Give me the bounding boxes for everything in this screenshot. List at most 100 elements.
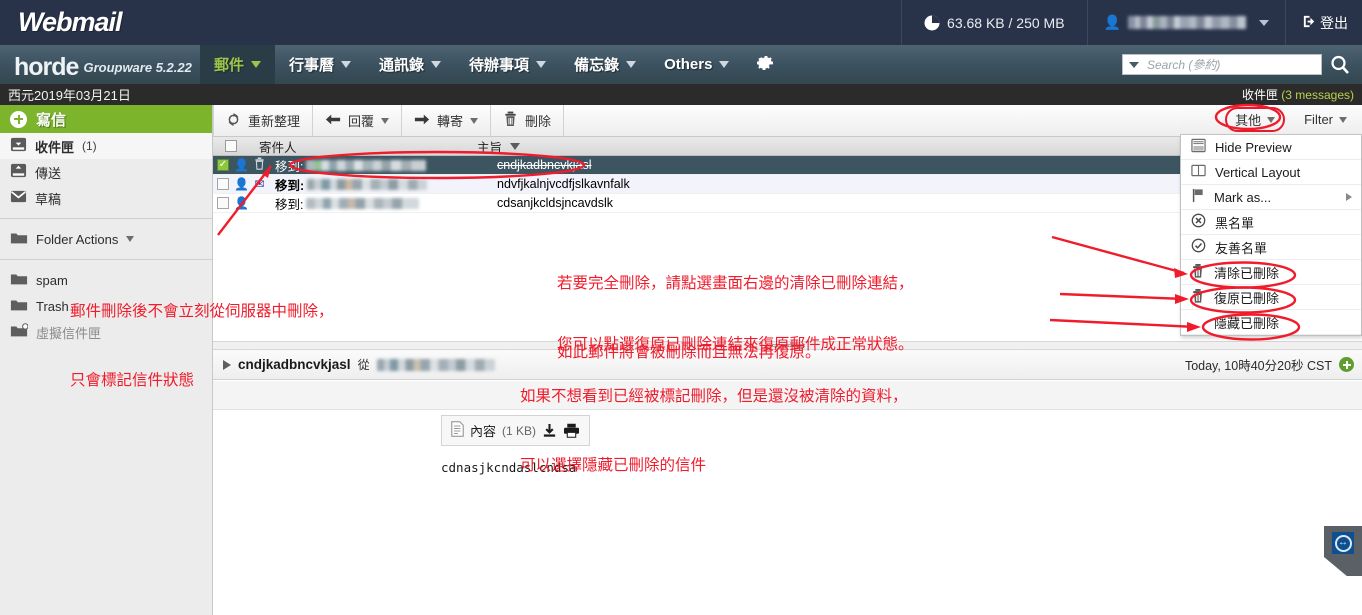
other-button[interactable]: 其他: [1225, 107, 1286, 132]
row-from-prefix: 移到:: [275, 178, 305, 193]
gear-icon: [755, 53, 775, 76]
chevron-down-icon[interactable]: [1129, 61, 1139, 68]
menu-item-blocklist[interactable]: 黑名單: [1181, 210, 1361, 235]
row-from-cell: 移到:: [269, 175, 497, 194]
row-checkbox-cell[interactable]: ✓: [213, 159, 233, 171]
column-header-from[interactable]: 寄件人: [259, 137, 477, 156]
draft-icon: [10, 188, 27, 208]
menu-item-mark-as[interactable]: Mark as...: [1181, 185, 1361, 210]
menu-item-tasks[interactable]: 待辦事項: [455, 45, 560, 84]
row-checkbox-cell[interactable]: [213, 197, 233, 209]
compose-label: 寫信: [36, 111, 67, 129]
search-box[interactable]: [1122, 54, 1322, 75]
delete-label: 刪除: [525, 114, 552, 129]
row-checkbox-checked[interactable]: ✓: [217, 159, 229, 171]
preview-timestamp: Today, 10時40分20秒 CST: [1184, 359, 1332, 373]
sidebar-item-inbox-label: 收件匣: [35, 139, 75, 155]
pie-chart-icon: [924, 15, 940, 31]
refresh-button[interactable]: 重新整理: [213, 105, 314, 136]
trash-icon: [1191, 263, 1205, 282]
menu-item-tasks-label: 待辦事項: [469, 57, 530, 74]
column-header-subject[interactable]: 主旨: [477, 137, 521, 156]
folder-icon: [10, 230, 28, 248]
menu-item-others[interactable]: Others: [650, 45, 743, 84]
row-person-cell: 👤: [233, 196, 250, 210]
sidebar-item-inbox-count: (1): [82, 139, 97, 153]
preview-from-label: 從: [357, 358, 370, 372]
row-from-prefix: 移到:: [275, 159, 304, 174]
search-icon[interactable]: [1328, 53, 1352, 77]
row-checkbox-cell[interactable]: [213, 178, 233, 190]
settings-button[interactable]: [743, 45, 787, 84]
person-icon: 👤: [234, 196, 249, 210]
annotation-hide-note-line1: 如果不想看到已經被標記刪除，但是還沒被清除的資料，: [520, 387, 908, 405]
trash-icon: [1191, 288, 1205, 307]
horde-brand: horde Groupware 5.2.22: [0, 45, 200, 84]
menu-item-hide-preview[interactable]: Hide Preview: [1181, 135, 1361, 160]
row-subject: ndvfjkalnjvcdfjslkavnfalk: [497, 177, 630, 191]
menu-item-mail[interactable]: 郵件: [200, 45, 276, 84]
menu-item-hide-deleted[interactable]: 隱藏已刪除: [1181, 310, 1361, 335]
person-icon: 👤: [1103, 14, 1121, 30]
menu-item-vertical-layout[interactable]: Vertical Layout: [1181, 160, 1361, 185]
document-icon: [451, 421, 464, 440]
row-checkbox[interactable]: [217, 178, 229, 190]
row-status-cell: [250, 157, 269, 173]
chevron-down-icon: [126, 236, 135, 242]
user-menu[interactable]: 👤: [1086, 0, 1285, 45]
row-from-address-redacted: [307, 178, 428, 190]
menu-item-notes[interactable]: 備忘錄: [560, 45, 650, 84]
reply-button[interactable]: 回覆: [313, 105, 403, 136]
refresh-label: 重新整理: [248, 114, 301, 129]
sidebar-item-folder-actions-label: Folder Actions: [36, 231, 119, 247]
sidebar-item-folder-actions[interactable]: Folder Actions: [0, 226, 212, 252]
chevron-down-icon: [1267, 116, 1276, 123]
folder-icon: [10, 297, 28, 315]
chevron-down-icon: [536, 61, 547, 68]
envelope-icon: ✉: [254, 177, 265, 191]
select-all-checkbox[interactable]: [225, 140, 237, 152]
menu-item-addressbook-label: 通訊錄: [379, 57, 425, 74]
row-person-cell: 👤: [233, 158, 250, 172]
attachment-name: 內容: [470, 424, 497, 439]
menu-item-mail-label: 郵件: [214, 57, 245, 74]
chevron-down-icon: [341, 61, 352, 68]
logout-button[interactable]: 登出: [1285, 0, 1362, 45]
menu-item-hide-preview-label: Hide Preview: [1215, 139, 1292, 155]
quota-text: 63.68 KB / 250 MB: [947, 14, 1065, 31]
sidebar-item-inbox[interactable]: 收件匣 (1): [0, 133, 212, 159]
annotation-left-note-line1: 郵件刪除後不會立刻從伺服器中刪除，: [70, 302, 334, 320]
chevron-down-icon: [626, 61, 637, 68]
menu-item-others-label: Others: [664, 56, 713, 73]
columns-icon: [1191, 163, 1206, 181]
select-all-checkbox-cell[interactable]: [213, 140, 259, 152]
forward-button[interactable]: 轉寄: [402, 105, 492, 136]
compose-button[interactable]: 寫信: [0, 105, 212, 133]
logout-label: 登出: [1320, 14, 1348, 31]
folder-status: 收件匣 (3 messages): [1242, 86, 1354, 103]
search-input[interactable]: [1145, 56, 1321, 73]
trash-icon: [503, 111, 518, 130]
filter-button[interactable]: Filter: [1299, 110, 1352, 129]
plus-circle-icon[interactable]: [1339, 357, 1354, 372]
menu-item-calendar[interactable]: 行事曆: [275, 45, 365, 84]
horde-version-text: Groupware 5.2.22: [83, 59, 192, 75]
menu-item-undelete[interactable]: 復原已刪除: [1181, 285, 1361, 310]
menu-item-purge-deleted[interactable]: 清除已刪除: [1181, 260, 1361, 285]
sidebar-item-drafts[interactable]: 草稿: [0, 185, 212, 211]
filter-button-label: Filter: [1304, 112, 1333, 127]
menu-item-allowlist[interactable]: 友善名單: [1181, 235, 1361, 260]
menu-item-vertical-layout-label: Vertical Layout: [1215, 164, 1301, 180]
row-checkbox[interactable]: [217, 197, 229, 209]
inbox-icon: [10, 136, 27, 156]
user-email-redacted: [1128, 16, 1246, 29]
annotation-hide-note: 如果不想看到已經被標記刪除，但是還沒被清除的資料， 可以選擇隱藏已刪除的信件: [520, 338, 908, 501]
delete-button[interactable]: 刪除: [491, 105, 565, 136]
sent-icon: [10, 162, 27, 182]
menu-item-allowlist-label: 友善名單: [1215, 240, 1268, 256]
chevron-down-icon: [719, 61, 730, 68]
sidebar-item-sent[interactable]: 傳送: [0, 159, 212, 185]
resize-arrows-icon: ↔: [1332, 532, 1354, 554]
menu-item-addressbook[interactable]: 通訊錄: [365, 45, 455, 84]
chevron-down-icon: [431, 61, 442, 68]
